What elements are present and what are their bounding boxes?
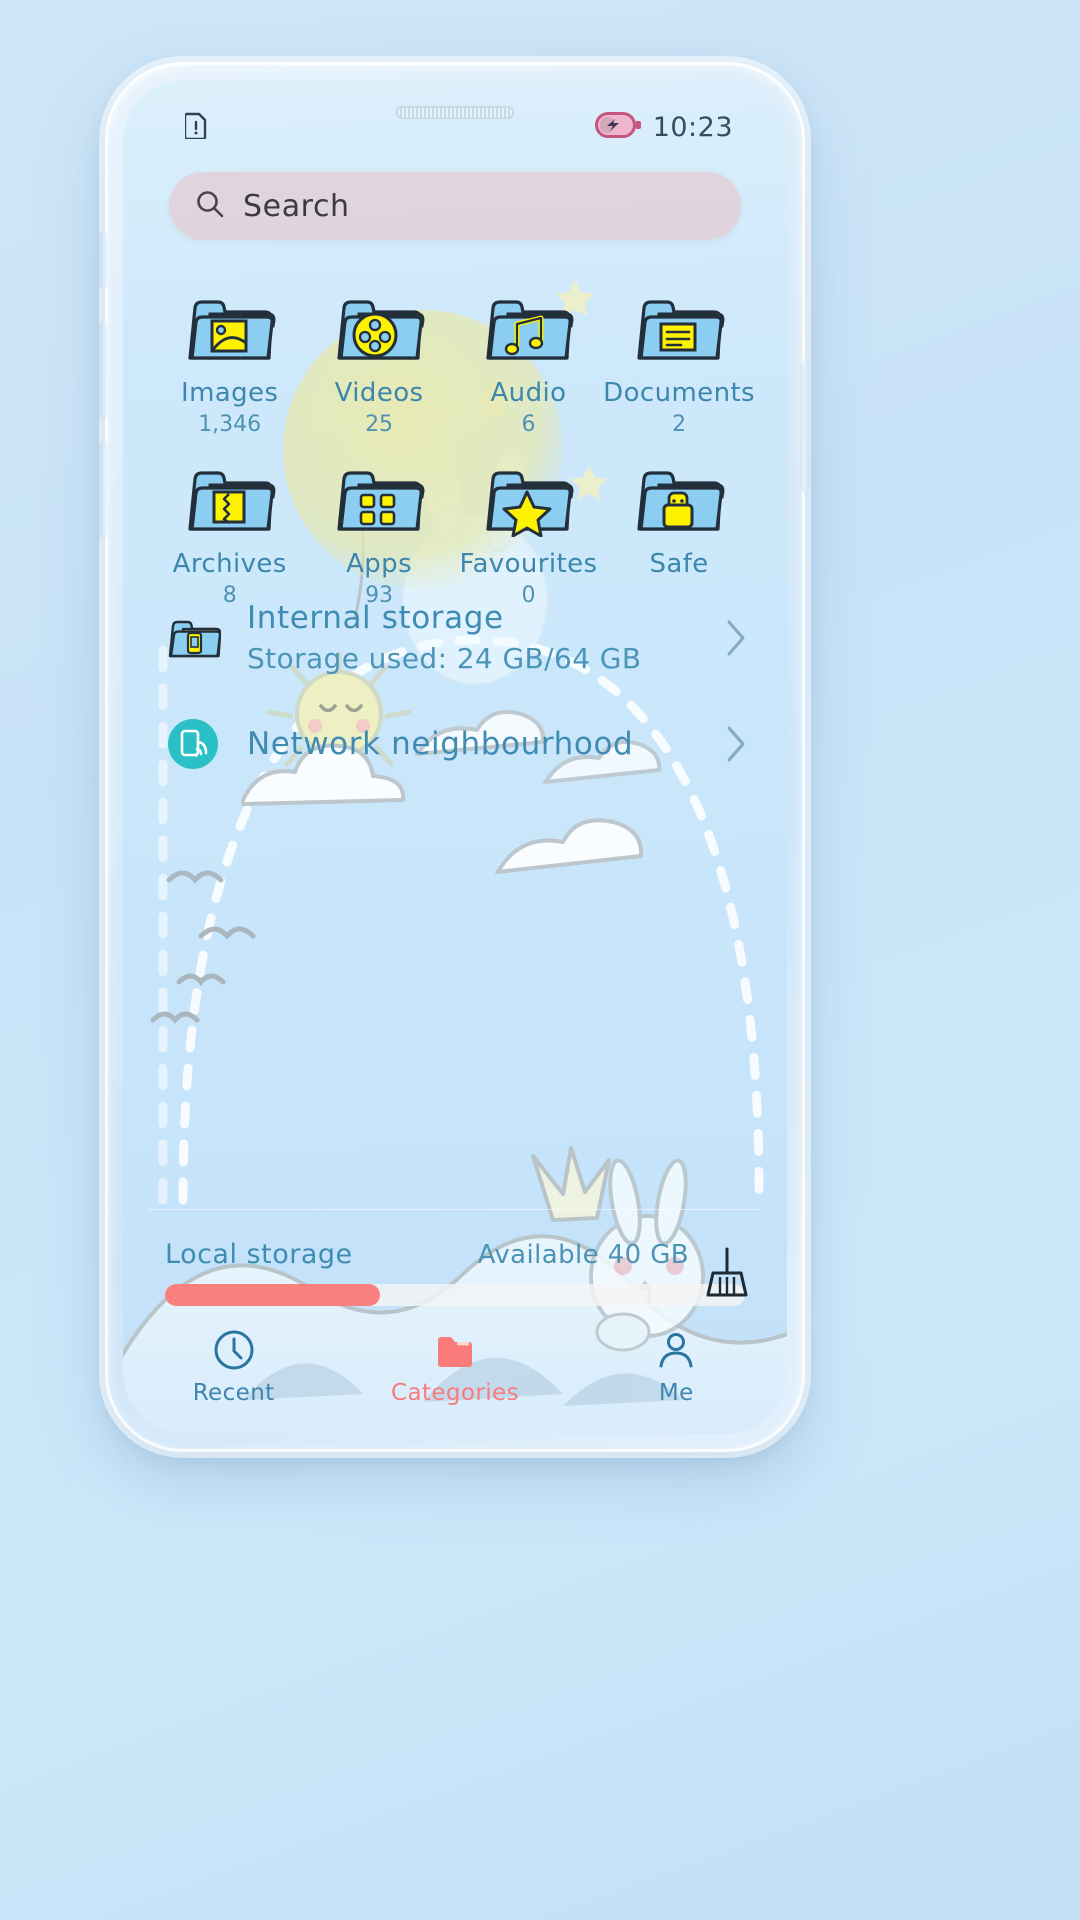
network-neighbourhood-title: Network neighbourhood	[247, 726, 634, 762]
folder-apps-icon	[331, 459, 427, 537]
category-label: Videos	[334, 378, 424, 408]
internal-storage-row[interactable]: Internal storage Storage used: 24 GB/64 …	[165, 600, 747, 675]
tab-me[interactable]: Me	[601, 1328, 751, 1406]
search-input[interactable]: Search	[243, 189, 350, 224]
category-count: 2	[672, 412, 687, 437]
tab-categories[interactable]: Categories	[380, 1328, 530, 1406]
folder-device-icon	[165, 610, 221, 666]
clock-icon	[212, 1328, 256, 1372]
category-count: 1,346	[198, 412, 262, 437]
chevron-right-icon[interactable]	[725, 619, 747, 657]
network-share-icon	[165, 716, 221, 772]
sim-alert-icon	[183, 112, 207, 143]
folder-documents-icon	[631, 288, 727, 366]
power-button	[803, 362, 809, 492]
tab-label: Me	[658, 1380, 694, 1406]
category-label: Favourites	[459, 549, 598, 579]
network-neighbourhood-row[interactable]: Network neighbourhood	[165, 716, 747, 772]
earpiece-speaker	[396, 106, 514, 119]
chevron-right-icon[interactable]	[725, 725, 747, 763]
category-count: 25	[365, 412, 394, 437]
category-images[interactable]: Images 1,346	[155, 280, 304, 437]
category-label: Archives	[172, 549, 287, 579]
category-label: Images	[181, 378, 279, 408]
category-documents[interactable]: Documents 2	[603, 280, 755, 437]
folder-videos-icon	[331, 288, 427, 366]
category-label: Apps	[346, 549, 413, 579]
folder-safe-icon	[631, 459, 727, 537]
person-icon	[654, 1328, 698, 1372]
category-favourites[interactable]: Favourites 0	[454, 451, 603, 608]
search-bar[interactable]: Search	[169, 172, 741, 240]
status-bar: 10:23	[123, 80, 787, 152]
folder-favourites-icon	[480, 459, 576, 538]
tab-label: Categories	[390, 1380, 519, 1406]
category-audio[interactable]: Audio 6	[454, 280, 603, 437]
internal-storage-title: Internal storage	[247, 600, 504, 636]
category-label: Documents	[603, 378, 755, 408]
phone-device-frame: 10:23 Search Images 1,346 Videos 25 Audi…	[101, 62, 809, 1452]
folder-audio-icon	[480, 288, 576, 366]
category-label: Audio	[490, 378, 567, 408]
category-safe[interactable]: Safe	[603, 451, 755, 608]
local-storage-label: Local storage	[165, 1239, 353, 1270]
storage-progress-fill	[165, 1284, 380, 1306]
phone-screen: 10:23 Search Images 1,346 Videos 25 Audi…	[123, 80, 787, 1434]
category-apps[interactable]: Apps 93	[304, 451, 453, 608]
category-grid: Images 1,346 Videos 25 Audio 6 Documents…	[155, 280, 755, 608]
volume-down-button	[101, 442, 107, 538]
category-videos[interactable]: Videos 25	[304, 280, 453, 437]
folder-archives-icon	[182, 459, 278, 537]
local-storage-panel: Local storage Available 40 GB	[123, 1209, 787, 1306]
category-archives[interactable]: Archives 8	[155, 451, 304, 608]
category-label: Safe	[649, 549, 709, 579]
category-count: 6	[521, 412, 536, 437]
folder-images-icon	[182, 288, 278, 366]
panel-divider	[149, 1209, 761, 1210]
available-space-label: Available 40 GB	[477, 1239, 689, 1270]
volume-up-button	[101, 322, 107, 418]
status-bar-clock: 10:23	[652, 111, 733, 143]
broom-icon[interactable]	[703, 1245, 751, 1299]
storage-progress-track	[165, 1284, 745, 1306]
folder-icon	[433, 1328, 477, 1372]
bottom-tab-bar: Recent Categories Me	[123, 1316, 787, 1434]
battery-charging-icon	[594, 112, 641, 142]
search-icon	[195, 189, 225, 223]
tab-recent[interactable]: Recent	[159, 1328, 309, 1406]
device-side-button	[101, 232, 107, 288]
tab-label: Recent	[192, 1380, 275, 1406]
internal-storage-subtitle: Storage used: 24 GB/64 GB	[247, 642, 642, 675]
